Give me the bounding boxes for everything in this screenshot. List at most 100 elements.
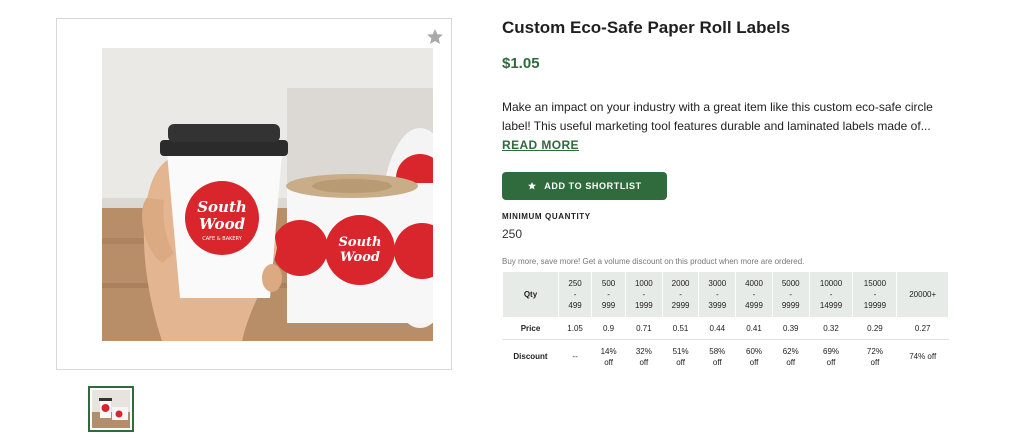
qty-tier-cell: 500 - 999 — [591, 271, 626, 318]
cup-label-line1: South — [197, 198, 247, 216]
add-to-shortlist-label: ADD TO SHORTLIST — [544, 181, 642, 191]
qty-range-from: 500 — [601, 279, 616, 288]
add-to-shortlist-button[interactable]: ADD TO SHORTLIST — [502, 172, 667, 200]
discount-percent: 58% — [709, 346, 726, 356]
discount-percent: 51% — [672, 346, 689, 356]
price-tier-cell: 0.39 — [771, 317, 810, 340]
cup-label-line3: CAFE & BAKERY — [202, 236, 242, 242]
qty-range-from: 10000 — [819, 279, 843, 288]
discount-off-word: off — [786, 357, 796, 367]
qty-range-separator: - — [789, 290, 793, 299]
qty-range-separator: - — [679, 290, 682, 299]
star-icon — [528, 182, 537, 190]
product-title: Custom Eco-Safe Paper Roll Labels — [502, 18, 791, 37]
product-description: Make an impact on your industry with a g… — [502, 98, 948, 155]
qty-range-to: 999 — [601, 301, 616, 310]
qty-range-to: 499 — [568, 301, 582, 310]
qty-tier-cell: 4000 - 4999 — [735, 271, 773, 318]
qty-range-from: 5000 — [781, 279, 800, 288]
price-tier-cell: 0.44 — [698, 317, 737, 340]
qty-range-separator: - — [752, 290, 756, 299]
roll-label-line1: South — [339, 235, 382, 250]
discount-off-word: off — [826, 357, 836, 367]
price-tier-cell: 0.27 — [896, 317, 949, 340]
price-tier-cell: 0.9 — [591, 317, 626, 340]
qty-range-from: 1000 — [634, 279, 653, 288]
qty-row-label: Qty — [502, 271, 559, 318]
discount-tier-cell: 51% off — [661, 339, 700, 374]
qty-range-separator: - — [829, 290, 833, 299]
discount-percent: 74% off — [909, 352, 937, 361]
main-product-image-frame[interactable]: South Wood South Wood CAFE & BAKERY — [56, 18, 452, 370]
star-icon[interactable] — [425, 27, 445, 47]
qty-tier-cell: 2000 - 2999 — [661, 271, 700, 318]
discount-tier-cell: 62% off — [771, 339, 810, 374]
qty-tier-cell: 10000 - 14999 — [808, 271, 854, 318]
thumbnail-art — [92, 390, 130, 428]
qty-range-to: 3999 — [708, 301, 727, 310]
discount-off-word: off — [676, 357, 685, 367]
volume-discount-note: Buy more, save more! Get a volume discou… — [502, 257, 805, 266]
volume-pricing-table: Qty 250 - 499 500 - 999 1000 - 1999 2000 - 2999 3000… — [502, 271, 949, 374]
discount-off-word: off — [749, 357, 759, 367]
qty-range-separator: - — [873, 290, 877, 299]
qty-range-to: 4999 — [745, 301, 763, 310]
price-row-label: Price — [502, 317, 559, 340]
discount-tier-cell: -- — [557, 339, 593, 374]
qty-range-to: 2999 — [671, 301, 690, 310]
read-more-link[interactable]: READ MORE — [502, 136, 579, 155]
product-photo: South Wood South Wood CAFE & BAKERY — [102, 48, 433, 341]
price-tier-cell: 0.71 — [625, 317, 663, 340]
roll-label-line2: Wood — [340, 250, 380, 265]
thumbnail-1[interactable] — [88, 386, 134, 432]
price-tier-cell: 0.29 — [852, 317, 898, 340]
qty-range-separator: - — [715, 290, 719, 299]
discount-tier-cell: 69% off — [808, 339, 854, 374]
discount-percent: 62% — [782, 346, 799, 356]
price-tier-cell: 1.05 — [557, 317, 593, 340]
qty-tier-cell: 250 - 499 — [557, 271, 593, 318]
qty-range-from: 4000 — [745, 279, 763, 288]
qty-range-from: 2000 — [671, 279, 690, 288]
qty-range-from: 15000 — [863, 279, 887, 288]
price-tier-cell: 0.32 — [808, 317, 854, 340]
product-price: $1.05 — [502, 55, 540, 72]
price-tier-cell: 0.51 — [661, 317, 700, 340]
discount-percent: 14% — [600, 346, 617, 356]
qty-tier-cell: 3000 - 3999 — [698, 271, 737, 318]
discount-tier-cell: 58% off — [698, 339, 737, 374]
discount-off-word: off — [639, 357, 649, 367]
qty-tier-cell: 5000 - 9999 — [771, 271, 810, 318]
discount-percent: 69% — [823, 346, 840, 356]
qty-tier-cell: 20000+ — [896, 271, 949, 318]
qty-range-to: 1999 — [634, 301, 653, 310]
description-text: Make an impact on your industry with a g… — [502, 100, 933, 133]
thumbnail-image — [92, 390, 130, 428]
price-tier-cell: 0.41 — [735, 317, 773, 340]
discount-tier-cell: 60% off — [735, 339, 773, 374]
qty-tier-cell: 15000 - 19999 — [852, 271, 898, 318]
discount-tier-cell: 72% off — [852, 339, 898, 374]
discount-row-label: Discount — [502, 339, 559, 374]
discount-off-word: off — [712, 357, 722, 367]
discount-tier-cell: 74% off — [896, 339, 949, 374]
minimum-quantity-label: MINIMUM QUANTITY — [502, 212, 591, 221]
product-photo-art: South Wood South Wood CAFE & BAKERY — [102, 48, 433, 341]
qty-range-from: 3000 — [708, 279, 727, 288]
price-row: Price 1.05 0.9 0.71 0.51 0.44 0.41 0.39 0.32 0.2… — [502, 317, 949, 340]
qty-range-from: 250 — [568, 279, 582, 288]
qty-range-separator: - — [573, 290, 577, 299]
qty-row: Qty 250 - 499 500 - 999 1000 - 1999 2000 - 2999 3000… — [502, 271, 949, 318]
qty-range-to: 9999 — [781, 301, 800, 310]
qty-range-separator: - — [607, 290, 610, 299]
qty-range-separator: - — [642, 290, 646, 299]
minimum-quantity-value: 250 — [502, 227, 523, 241]
discount-row: Discount -- 14% off 32% off 51% off 58% off 60% of… — [502, 339, 949, 374]
qty-range-to: 19999 — [863, 301, 887, 310]
cup-label-line2: Wood — [199, 215, 246, 233]
discount-off-word: off — [870, 357, 880, 367]
discount-off-word: off — [604, 357, 613, 367]
discount-percent: 72% — [866, 346, 883, 356]
discount-tier-cell: 14% off — [591, 339, 626, 374]
discount-percent: -- — [572, 352, 578, 361]
